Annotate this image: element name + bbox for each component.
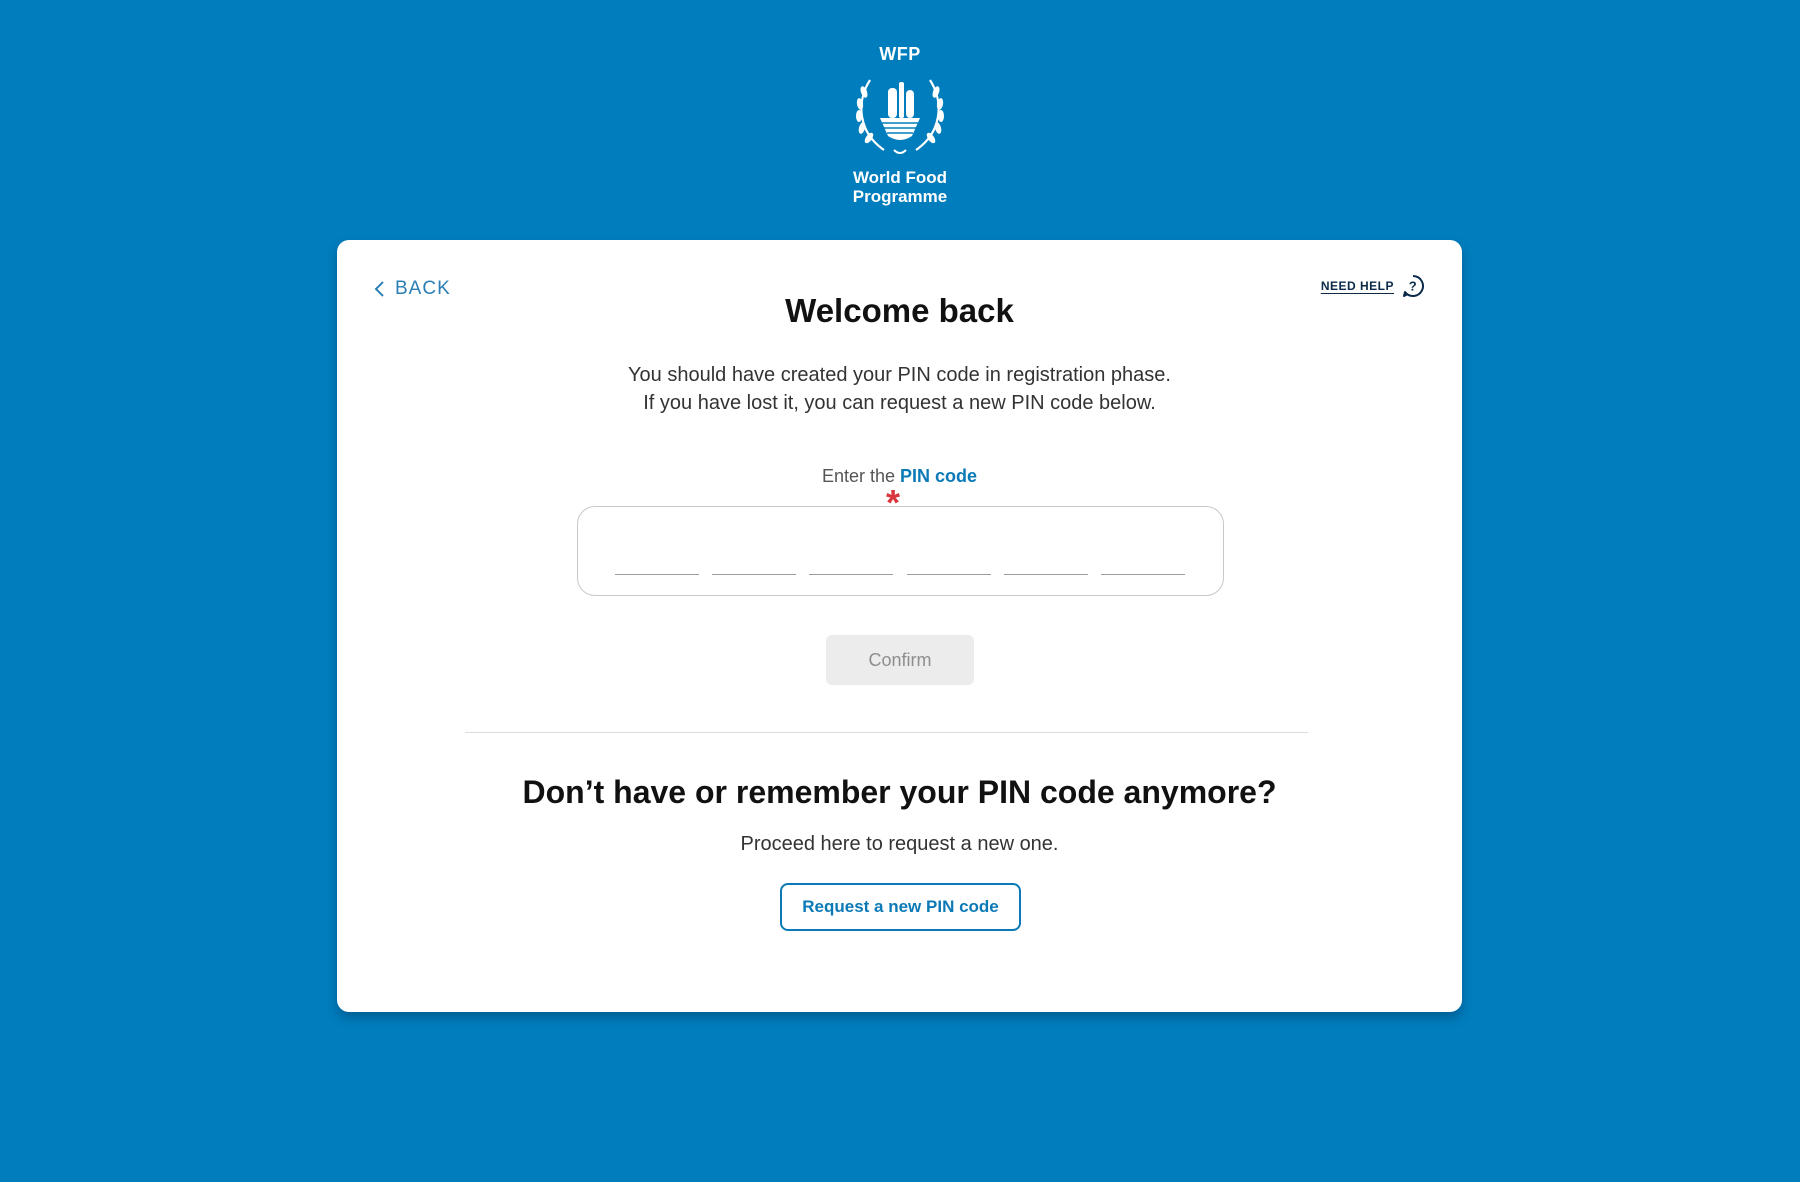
request-new-pin-button[interactable]: Request a new PIN code — [780, 883, 1021, 931]
logo-name: World Food Programme — [852, 168, 948, 206]
page-title: Welcome back — [785, 292, 1014, 329]
required-asterisk: * — [886, 482, 901, 523]
confirm-button[interactable]: Confirm — [826, 635, 974, 685]
wfp-emblem-icon — [856, 79, 944, 154]
pin-input-group[interactable] — [577, 506, 1224, 596]
pin-digit-6[interactable] — [1101, 574, 1185, 575]
section-divider — [465, 732, 1308, 733]
pin-digit-5[interactable] — [1004, 574, 1088, 575]
need-help-label: NEED HELP — [1320, 279, 1394, 293]
logo-acronym: WFP — [879, 44, 921, 64]
pin-login-card: BACK NEED HELP ? Welcome back You should… — [337, 240, 1462, 1012]
page-description: You should have created your PIN code in… — [628, 364, 1171, 414]
pin-digit-3[interactable] — [809, 574, 893, 575]
pin-digit-1[interactable] — [615, 574, 699, 575]
recovery-title: Don’t have or remember your PIN code any… — [522, 774, 1277, 810]
pin-digit-2[interactable] — [712, 574, 796, 575]
recovery-subtitle: Proceed here to request a new one. — [740, 833, 1059, 855]
pin-digit-4[interactable] — [907, 574, 991, 575]
wfp-logo: WFP World Food Programme — [840, 44, 960, 206]
